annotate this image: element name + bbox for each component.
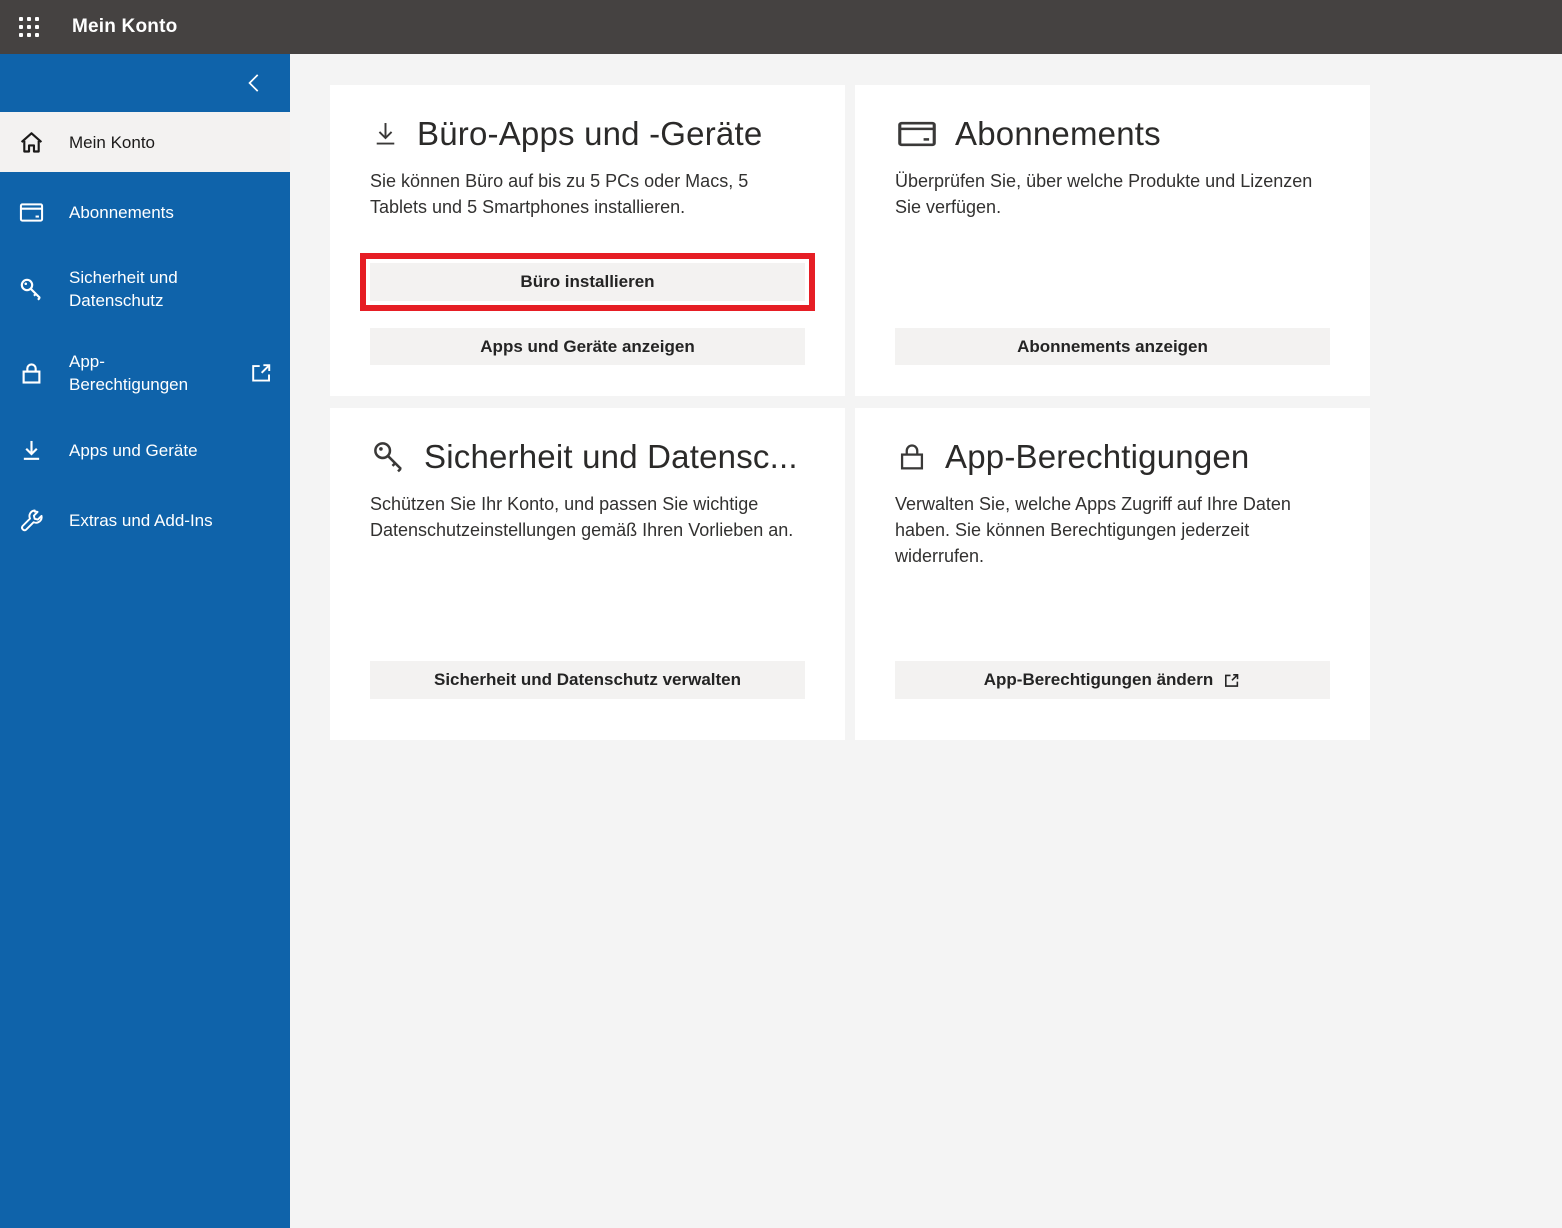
credit-card-icon xyxy=(898,121,936,147)
top-app-bar: Mein Konto xyxy=(0,0,1562,54)
card-header: Abonnements xyxy=(855,85,1370,153)
highlight-annotation-box: Büro installieren xyxy=(360,253,815,311)
wrench-icon xyxy=(21,509,43,531)
card-description: Überprüfen Sie, über welche Produkte und… xyxy=(895,171,1313,217)
sidebar-item-label: Apps und Geräte xyxy=(69,440,198,460)
app-berechtigungen-aendern-button[interactable]: App-Berechtigungen ändern xyxy=(895,661,1330,699)
external-link-icon xyxy=(1225,673,1239,687)
sidebar: Mein Konto Abonnements Sicherheit und Da… xyxy=(0,54,290,1228)
card-description: Sie können Büro auf bis zu 5 PCs oder Ma… xyxy=(370,171,749,217)
sidebar-item-label: Abonnements xyxy=(69,202,174,222)
card-title: Büro-Apps und -Geräte xyxy=(417,115,763,152)
download-icon xyxy=(376,123,395,145)
sidebar-item-app-berechtigungen[interactable]: App-Berechtigungen xyxy=(0,336,290,410)
download-icon xyxy=(23,440,40,460)
card-sicherheit-datenschutz: Sicherheit und Datensc... Schützen Sie I… xyxy=(330,408,845,740)
card-app-berechtigungen: App-Berechtigungen Verwalten Sie, welche… xyxy=(855,408,1370,740)
chevron-left-icon xyxy=(248,74,259,92)
sidebar-item-mein-konto[interactable]: Mein Konto xyxy=(0,112,290,172)
sidebar-item-extras-addins[interactable]: Extras und Add-Ins xyxy=(0,490,290,550)
sidebar-item-label: Sicherheit und Datenschutz xyxy=(69,268,178,310)
sidebar-item-sicherheit-datenschutz[interactable]: Sicherheit und Datenschutz xyxy=(0,252,290,326)
card-header: App-Berechtigungen xyxy=(855,408,1370,476)
card-header: Büro-Apps und -Geräte xyxy=(330,85,845,153)
card-title: Sicherheit und Datensc... xyxy=(424,438,798,475)
sidebar-item-apps-und-geraete[interactable]: Apps und Geräte xyxy=(0,420,290,480)
sidebar-collapse-row xyxy=(0,54,290,112)
sidebar-item-abonnements[interactable]: Abonnements xyxy=(0,182,290,242)
card-description: Verwalten Sie, welche Apps Zugriff auf I… xyxy=(895,494,1291,566)
card-title: Abonnements xyxy=(955,115,1161,152)
card-buero-apps-geraete: Büro-Apps und -Geräte Sie können Büro au… xyxy=(330,85,845,396)
key-icon xyxy=(20,278,41,300)
lock-icon xyxy=(22,362,41,384)
app-launcher-button[interactable] xyxy=(0,0,58,54)
buero-installieren-button[interactable]: Büro installieren xyxy=(370,263,805,301)
key-icon xyxy=(374,442,402,473)
abonnements-anzeigen-button[interactable]: Abonnements anzeigen xyxy=(895,328,1330,365)
card-abonnements: Abonnements Überprüfen Sie, über welche … xyxy=(855,85,1370,396)
sidebar-item-label: App-Berechtigungen xyxy=(69,352,189,394)
button-label: App-Berechtigungen ändern xyxy=(983,670,1214,689)
credit-card-icon xyxy=(19,202,44,222)
external-link-icon xyxy=(252,364,271,382)
sidebar-item-label: Mein Konto xyxy=(69,132,155,152)
apps-geraete-anzeigen-button[interactable]: Apps und Geräte anzeigen xyxy=(370,328,805,365)
sidebar-collapse-button[interactable] xyxy=(240,68,270,98)
app-title: Mein Konto xyxy=(72,16,178,37)
card-header: Sicherheit und Datensc... xyxy=(330,408,845,476)
home-icon xyxy=(20,131,43,153)
sicherheit-datenschutz-verwalten-button[interactable]: Sicherheit und Datenschutz verwalten xyxy=(370,661,805,699)
main-content: Büro-Apps und -Geräte Sie können Büro au… xyxy=(290,54,1562,1228)
sidebar-item-label: Extras und Add-Ins xyxy=(69,510,213,530)
card-title: App-Berechtigungen xyxy=(945,438,1250,475)
cards-grid: Büro-Apps und -Geräte Sie können Büro au… xyxy=(330,85,1562,740)
lock-icon xyxy=(900,444,924,470)
waffle-icon xyxy=(19,17,39,37)
card-description: Schützen Sie Ihr Konto, und passen Sie w… xyxy=(370,494,794,540)
sidebar-nav: Mein Konto Abonnements Sicherheit und Da… xyxy=(0,112,290,550)
